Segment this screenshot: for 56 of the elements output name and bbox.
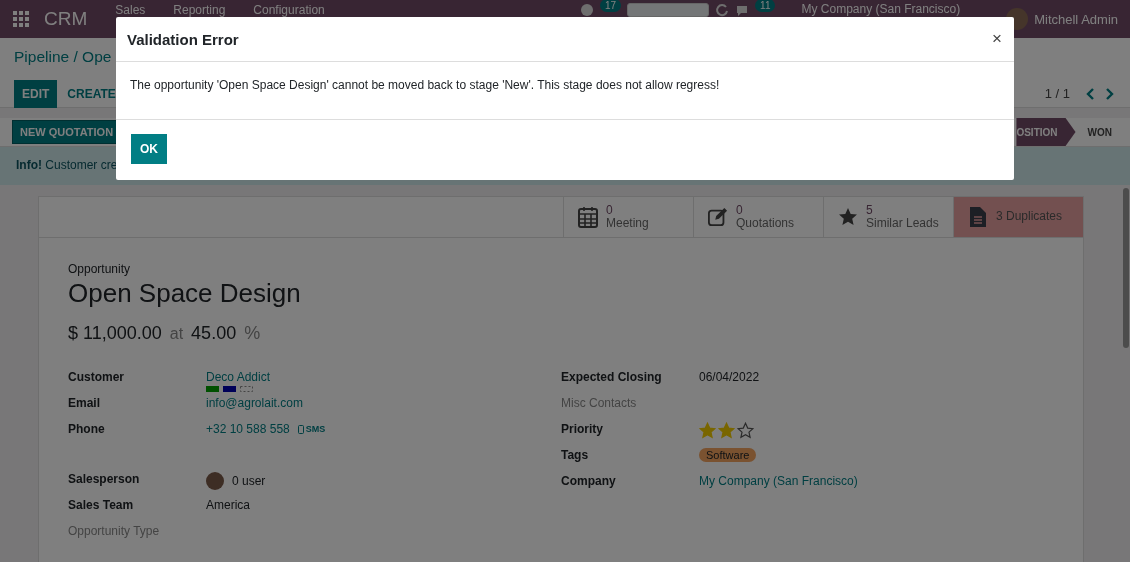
company-switcher[interactable]: My Company (San Francisco) (801, 3, 961, 16)
phone-link[interactable]: +32 10 588 558 (206, 422, 290, 436)
probability: 45.00 (191, 323, 237, 344)
field-value-link[interactable]: Deco Addict (206, 370, 271, 384)
field-value-link[interactable]: My Company (San Francisco) (699, 474, 858, 488)
document-icon (968, 206, 988, 228)
field-label: Priority (561, 422, 604, 438)
avatar-icon (206, 472, 224, 490)
opportunity-title: Open Space Design (68, 278, 302, 309)
refresh-icon[interactable] (715, 3, 730, 17)
dialog-title: Validation Error (127, 30, 239, 48)
menu-item[interactable]: Reporting (173, 0, 226, 17)
menu-item[interactable]: Sales (115, 0, 146, 17)
field-label: Customer (68, 370, 125, 386)
field-label: Opportunity Type (68, 524, 161, 540)
user-menu[interactable]: Mitchell Admin (1034, 11, 1118, 27)
edit-icon (708, 206, 728, 228)
app-title[interactable]: CRM (44, 0, 88, 30)
scrollbar[interactable] (1123, 188, 1129, 348)
field-value: 06/04/2022 (699, 370, 760, 384)
smart-button[interactable]: 3 Duplicates (953, 197, 1083, 237)
field-label: Company (561, 474, 617, 490)
field-label: Tags (561, 448, 590, 464)
calendar-icon (578, 206, 598, 228)
pager: 1 / 1 (1044, 86, 1070, 101)
star-icon (838, 206, 858, 228)
search-field[interactable] (627, 3, 710, 17)
chat-icon[interactable] (735, 3, 750, 17)
at-label: at (169, 325, 184, 343)
field-value: America (206, 498, 250, 512)
field-label: Salesperson (68, 472, 141, 488)
apps-menu-icon[interactable] (12, 10, 30, 28)
priority-stars[interactable] (699, 422, 756, 439)
ok-button[interactable]: OK (131, 134, 167, 164)
record-type-label: Opportunity (68, 262, 132, 276)
percent-sign: % (244, 323, 261, 344)
field-label: Sales Team (68, 498, 135, 514)
menu-item[interactable]: Configuration (253, 0, 325, 17)
edit-button[interactable]: EDIT (14, 79, 58, 108)
field-value-link[interactable]: info@agrolait.com (206, 396, 303, 410)
stage-tab[interactable]: OSITION (1016, 118, 1076, 146)
field-value: 0 user (232, 474, 266, 488)
field-label: Email (68, 396, 101, 412)
close-button[interactable]: × (992, 29, 1002, 49)
color-tags-drawing (206, 386, 256, 392)
notification-badge: 17 (599, 0, 622, 12)
expected-revenue: $ 11,000.00 (68, 323, 162, 344)
tag: Software (699, 448, 757, 462)
field-label: Misc Contacts (561, 396, 638, 412)
error-message: The opportunity 'Open Space Design' cannot be moved back to stage 'New'. This stage does not allow regress! (116, 62, 1014, 120)
field-label: Expected Closing (561, 370, 663, 386)
breadcrumb[interactable]: Pipeline / Ope (14, 48, 112, 72)
notification-badge: 11 (755, 0, 776, 12)
field-label: Phone (68, 422, 106, 438)
sms-link[interactable]: SMS (297, 424, 326, 434)
phone-icon (297, 424, 304, 434)
